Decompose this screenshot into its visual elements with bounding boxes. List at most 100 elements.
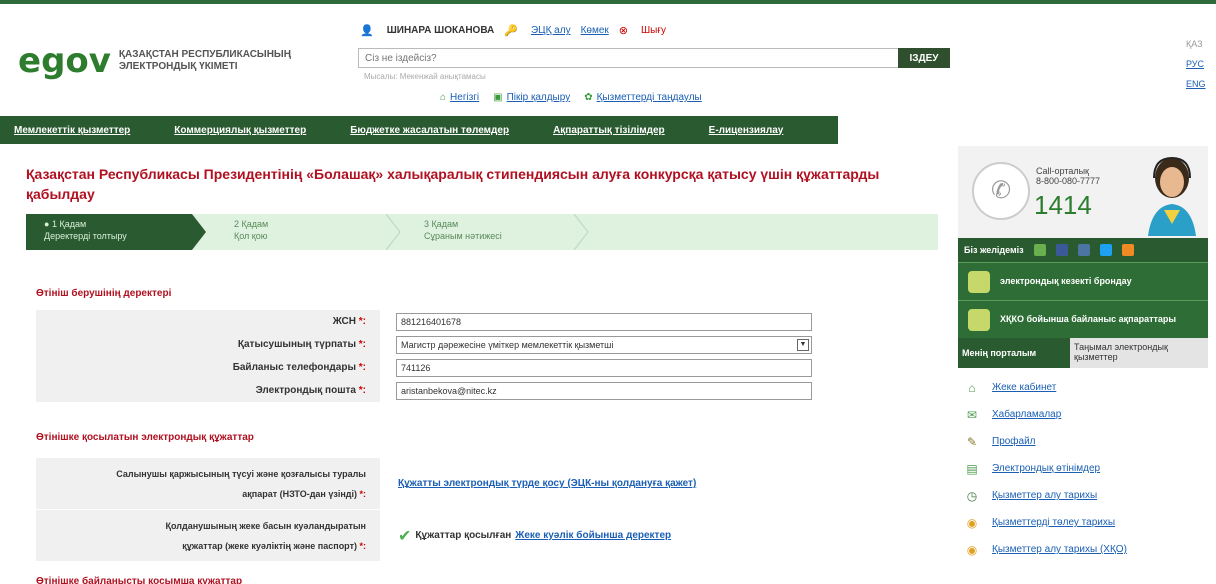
applicant-section-title: Өтініш берушінің деректері <box>36 288 172 299</box>
feedback-icon: ▣ <box>493 92 503 103</box>
lang-rus[interactable]: РУС <box>1186 54 1206 74</box>
form-row-phone: Байланыс телефондары *: <box>36 356 942 379</box>
sidebar-menu: ⌂ Жеке кабинет ✉ Хабарламалар ✎ Профайл ▤ Эл… <box>958 368 1208 563</box>
contacts-icon <box>968 309 990 331</box>
egov-logo[interactable]: e gov ҚАЗАҚСТАН РЕСПУБЛИКАСЫНЫҢ ЭЛЕКТРОНД… <box>18 44 291 78</box>
key-icon: 🔑 <box>504 25 518 37</box>
id-card-data-link[interactable]: Жеке куәлік бойынша деректер <box>515 530 671 541</box>
logo-gov: gov <box>41 41 111 81</box>
docs-attached-status: Құжаттар қосылған <box>415 530 512 541</box>
social-icon[interactable] <box>1033 244 1046 256</box>
attach-document-link[interactable]: Құжатты электрондық түрде қосу (ЭЦК-ны қ… <box>398 478 696 489</box>
nav-e-licensing[interactable]: Е-лицензиялау <box>687 125 806 136</box>
clock-icon: ◷ <box>966 488 978 503</box>
sidebar-item-services-history[interactable]: ◷ Қызметтер алу тарихы <box>958 482 1208 509</box>
queue-icon <box>968 271 990 293</box>
check-icon: ✔ <box>398 527 412 545</box>
phone-field[interactable] <box>396 358 812 377</box>
form-row-email: Электрондық пошта *: <box>36 379 942 402</box>
quick-link-favorites[interactable]: Қызметтерді таңдаулы <box>597 92 702 103</box>
dropdown-arrow-icon[interactable]: ▼ <box>797 338 809 351</box>
step-3: 3 Қадам Сұраным нәтижесі <box>424 219 502 241</box>
coins-icon: ◉ <box>966 515 978 530</box>
help-link[interactable]: Көмек <box>581 25 609 36</box>
search-button[interactable]: ІЗДЕУ <box>898 48 950 68</box>
twitter-icon[interactable] <box>1099 244 1112 256</box>
nav-budget-payments[interactable]: Бюджетке жасалатын төлемдер <box>328 125 531 136</box>
email-field[interactable] <box>396 381 812 400</box>
quick-link-home[interactable]: Негізгі <box>450 92 479 103</box>
form-row-iin: ЖСН *: <box>36 310 942 333</box>
document-icon: ▤ <box>966 461 978 476</box>
form-row-participant-type: Қатысушының түрпаты *: Магистр дәрежесін… <box>36 333 942 356</box>
call-center-phone: 8-800-080-7777 <box>1036 176 1101 186</box>
coins-icon: ◉ <box>966 542 978 557</box>
language-switcher: ҚАЗ РУС ENG <box>1186 34 1206 94</box>
step-1-icon: ● <box>44 219 50 229</box>
top-border <box>0 0 1216 4</box>
pencil-icon: ✎ <box>966 434 978 449</box>
logo-e: e <box>18 41 42 81</box>
call-center-number: 1414 <box>1034 190 1092 220</box>
sidebar-item-cabinet[interactable]: ⌂ Жеке кабинет <box>958 374 1208 401</box>
logo-caption: ҚАЗАҚСТАН РЕСПУБЛИКАСЫНЫҢ ЭЛЕКТРОНДЫҚ ҮК… <box>118 49 291 72</box>
phone-label: Байланыс телефондары <box>232 362 356 373</box>
user-name: ШИНАРА ШОКАНОВА <box>386 25 495 36</box>
step-1: ● 1 Қадам Деректерді толтыру <box>26 214 206 250</box>
participant-type-label: Қатысушының түрпаты <box>237 339 356 350</box>
home-icon: ⌂ <box>440 92 447 103</box>
email-label: Электрондық пошта <box>255 385 356 396</box>
user-bar: 👤 ШИНАРА ШОКАНОВА 🔑 ЭЦҚ алу Көмек ⊗ Шығу <box>360 24 666 37</box>
tab-popular-services[interactable]: Таңымал электрондық қызметтер <box>1070 338 1208 368</box>
page-title: Қазақстан Республикасы Президентінің «Бо… <box>26 166 880 202</box>
sidebar-item-payments-history[interactable]: ◉ Қызметтерді төлеу тарихы <box>958 509 1208 536</box>
applicant-form: ЖСН *: Қатысушының түрпаты *: Магистр дә… <box>36 310 942 402</box>
right-sidebar: ✆ Call-орталық 8-800-080-7777 1414 Біз ж… <box>958 146 1208 563</box>
sidebar-item-notifications[interactable]: ✉ Хабарламалар <box>958 401 1208 428</box>
odnoklassniki-icon[interactable] <box>1121 244 1134 256</box>
wizard-steps: ● 1 Қадам Деректерді толтыру 2 Қадам Қол… <box>26 214 938 250</box>
vk-icon[interactable] <box>1077 244 1090 256</box>
doc-row-identity: Қолданушының жеке басын куәландыратын құ… <box>36 510 942 562</box>
attached-docs-table: Салынушы қаржысының түсуі және қозғалысы… <box>36 458 942 562</box>
call-center-box: ✆ Call-орталық 8-800-080-7777 1414 <box>958 146 1208 238</box>
operator-avatar <box>1148 156 1196 236</box>
step-2: 2 Қадам Қол қою <box>234 219 269 241</box>
nav-registries[interactable]: Ақпараттық тізілімдер <box>531 125 687 136</box>
lang-eng[interactable]: ENG <box>1186 74 1206 94</box>
sidebar-tabs: Менің порталым Таңымал электрондық қызме… <box>958 338 1208 368</box>
favorites-icon: ✿ <box>584 92 593 103</box>
attached-docs-section-title: Өтінішке қосылатын электрондық құжаттар <box>36 432 254 443</box>
search-box: ІЗДЕУ <box>358 48 950 68</box>
social-bar: Біз желідеміз <box>958 238 1208 262</box>
nav-government-services[interactable]: Мемлекеттік қызметтер <box>0 125 152 136</box>
iin-field[interactable] <box>396 312 812 331</box>
search-example: Мысалы: Мекенжай анықтамасы <box>364 72 486 81</box>
sidebar-item-profile[interactable]: ✎ Профайл <box>958 428 1208 455</box>
main-nav: Мемлекеттік қызметтер Коммерциялық қызме… <box>0 116 838 144</box>
sidebar-item-applications[interactable]: ▤ Электрондық өтінімдер <box>958 455 1208 482</box>
call-center-label: Call-орталық <box>1036 166 1089 176</box>
user-icon: 👤 <box>360 25 374 37</box>
phone-icon: ✆ <box>972 162 1030 220</box>
iin-label: ЖСН <box>332 316 356 327</box>
facebook-icon[interactable] <box>1055 244 1068 256</box>
logout-icon: ⊗ <box>618 25 628 37</box>
tab-my-portal[interactable]: Менің порталым <box>958 338 1070 368</box>
get-eds-link[interactable]: ЭЦҚ алу <box>531 25 571 36</box>
search-input[interactable] <box>359 49 899 67</box>
nav-commercial-services[interactable]: Коммерциялық қызметтер <box>152 125 328 136</box>
logout-link[interactable]: Шығу <box>641 25 666 36</box>
additional-docs-section-title: Өтінішке байланысты қосымша құжаттар <box>36 576 243 584</box>
doc-row-bank-info: Салынушы қаржысының түсуі және қозғалысы… <box>36 458 942 510</box>
notification-icon: ✉ <box>966 407 978 422</box>
con-contacts-button[interactable]: ХҚКО бойынша байланыс ақпараттары <box>958 300 1208 338</box>
lang-kaz[interactable]: ҚАЗ <box>1186 34 1206 54</box>
social-label: Біз желідеміз <box>964 245 1024 255</box>
participant-type-select[interactable]: Магистр дәрежесіне үміткер мемлекеттік қ… <box>396 335 812 354</box>
quick-links: ⌂ Негізгі ▣ Пікір қалдыру ✿ Қызметтерді таң… <box>440 92 702 103</box>
quick-link-feedback[interactable]: Пікір қалдыру <box>507 92 571 103</box>
sidebar-item-con-history[interactable]: ◉ Қызметтер алу тарихы (ХҚО) <box>958 536 1208 563</box>
house-icon: ⌂ <box>968 380 976 395</box>
e-queue-button[interactable]: электрондық кезекті брондау <box>958 262 1208 300</box>
